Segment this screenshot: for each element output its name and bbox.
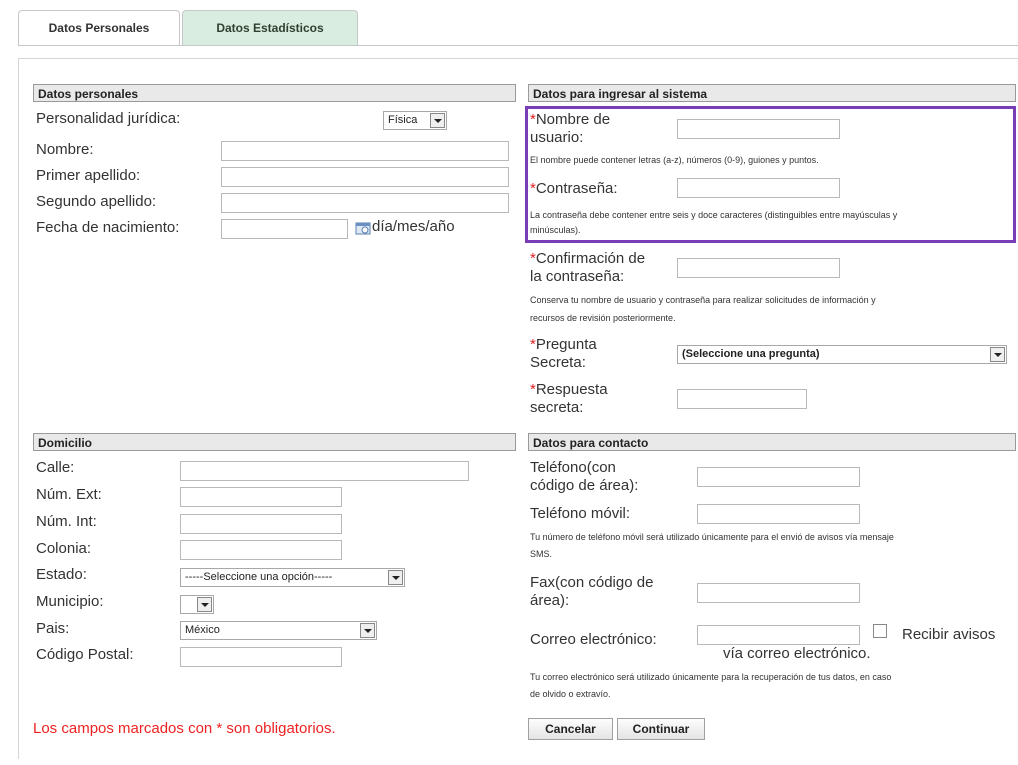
movil-help: Tu número de teléfono móvil será utiliza…: [530, 532, 894, 542]
section-header-contacto: Datos para contacto: [528, 433, 1016, 451]
pais-label: Pais:: [36, 620, 70, 637]
usuario-label: *Nombre de: [530, 111, 611, 128]
contrasena-label: *Contraseña:: [530, 180, 618, 197]
personalidad-select[interactable]: Física: [383, 111, 447, 130]
dropdown-arrow-icon: [388, 570, 403, 585]
usuario-help: El nombre puede contener letras (a-z), n…: [530, 155, 819, 165]
municipio-select[interactable]: [180, 595, 214, 614]
cp-input[interactable]: [180, 647, 342, 667]
primer-apellido-label: Primer apellido:: [36, 167, 141, 184]
num-ext-input[interactable]: [180, 487, 342, 507]
respuesta-input[interactable]: [677, 389, 807, 409]
telefono-label-2: código de área):: [530, 477, 639, 494]
colonia-label: Colonia:: [36, 540, 92, 557]
correo-input[interactable]: [697, 625, 860, 645]
personalidad-value: Física: [388, 114, 418, 126]
dropdown-arrow-icon: [430, 113, 445, 128]
municipio-label: Municipio:: [36, 593, 104, 610]
confirm-help-2: recursos de revisión posteriormente.: [530, 313, 676, 323]
pregunta-value: (Seleccione una pregunta): [682, 348, 820, 360]
num-int-input[interactable]: [180, 514, 342, 534]
confirm-label-2: la contraseña:: [530, 268, 625, 285]
fax-label-2: área):: [530, 592, 570, 609]
usuario-label-2: usuario:: [530, 129, 584, 146]
fecha-nacimiento-input[interactable]: [221, 219, 348, 239]
fax-input[interactable]: [697, 583, 860, 603]
contrasena-input[interactable]: [677, 178, 840, 198]
pais-value: México: [185, 624, 220, 636]
segundo-apellido-label: Segundo apellido:: [36, 193, 157, 210]
cp-label: Código Postal:: [36, 646, 134, 663]
correo-label: Correo electrónico:: [530, 631, 657, 648]
fecha-hint: día/mes/año: [372, 218, 455, 235]
fax-label: Fax(con código de: [530, 574, 654, 591]
confirm-label: *Confirmación de: [530, 250, 646, 267]
colonia-input[interactable]: [180, 540, 342, 560]
tab-datos-estadisticos[interactable]: Datos Estadísticos: [182, 10, 358, 45]
calendar-icon[interactable]: [355, 221, 371, 235]
confirm-help: Conserva tu nombre de usuario y contrase…: [530, 295, 876, 305]
estado-select[interactable]: -----Seleccione una opción-----: [180, 568, 405, 587]
pregunta-label: *Pregunta: [530, 336, 597, 353]
recibir-avisos-checkbox[interactable]: [873, 624, 887, 638]
respuesta-label: *Respuesta: [530, 381, 608, 398]
movil-help-2: SMS.: [530, 549, 553, 559]
dropdown-arrow-icon: [197, 597, 212, 612]
tab-datos-personales[interactable]: Datos Personales: [18, 10, 180, 45]
contrasena-help: La contraseña debe contener entre seis y…: [530, 210, 898, 220]
primer-apellido-input[interactable]: [221, 167, 509, 187]
contrasena-help-2: minúsculas).: [530, 225, 581, 235]
telefono-label: Teléfono(con: [530, 459, 616, 476]
estado-value: -----Seleccione una opción-----: [185, 571, 333, 583]
fecha-nacimiento-label: Fecha de nacimiento:: [36, 219, 180, 236]
respuesta-label-2: secreta:: [530, 399, 584, 416]
segundo-apellido-input[interactable]: [221, 193, 509, 213]
section-header-sistema: Datos para ingresar al sistema: [528, 84, 1016, 102]
required-footnote: Los campos marcados con * son obligatori…: [33, 720, 336, 737]
nombre-label: Nombre:: [36, 141, 94, 158]
telefono-input[interactable]: [697, 467, 860, 487]
pregunta-label-2: Secreta:: [530, 354, 586, 371]
movil-label: Teléfono móvil:: [530, 505, 631, 522]
dropdown-arrow-icon: [360, 623, 375, 638]
cancel-button[interactable]: Cancelar: [528, 718, 613, 740]
recibir-avisos-label-2: vía correo electrónico.: [723, 645, 871, 662]
correo-help-2: de olvido o extravío.: [530, 689, 611, 699]
confirm-input[interactable]: [677, 258, 840, 278]
calle-input[interactable]: [180, 461, 469, 481]
dropdown-arrow-icon: [990, 347, 1005, 362]
calle-label: Calle:: [36, 459, 75, 476]
pais-select[interactable]: México: [180, 621, 377, 640]
movil-input[interactable]: [697, 504, 860, 524]
tab-divider: [18, 45, 1018, 46]
recibir-avisos-label: Recibir avisos: [902, 626, 996, 643]
pregunta-select[interactable]: (Seleccione una pregunta): [677, 345, 1007, 364]
personalidad-label: Personalidad jurídica:: [36, 110, 181, 127]
continue-button[interactable]: Continuar: [617, 718, 705, 740]
num-ext-label: Núm. Ext:: [36, 486, 102, 503]
nombre-input[interactable]: [221, 141, 509, 161]
usuario-input[interactable]: [677, 119, 840, 139]
num-int-label: Núm. Int:: [36, 513, 97, 530]
estado-label: Estado:: [36, 566, 87, 583]
section-header-personal: Datos personales: [33, 84, 516, 102]
section-header-domicilio: Domicilio: [33, 433, 516, 451]
correo-help: Tu correo electrónico será utilizado úni…: [530, 672, 892, 682]
